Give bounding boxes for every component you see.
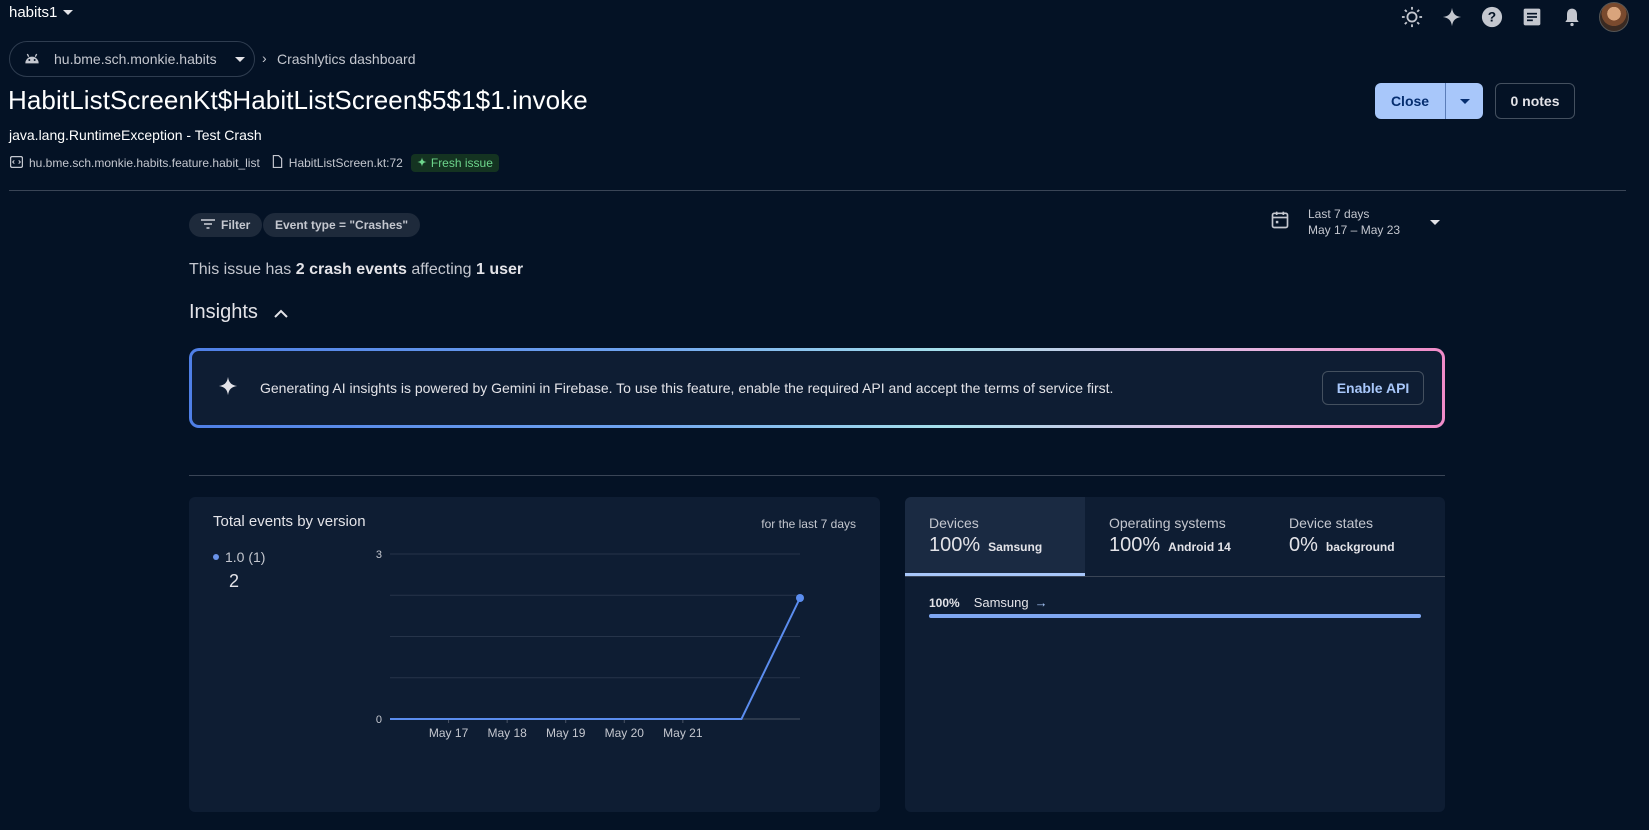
summary-text: affecting <box>406 261 476 278</box>
issue-file: HabitListScreen.kt:72 <box>288 156 403 170</box>
summary-text: This issue has <box>189 261 296 278</box>
device-tabs: Devices 100% Samsung Operating systems 10… <box>905 497 1445 577</box>
tab-label: Device states <box>1289 515 1374 531</box>
device-row[interactable]: 100% Samsung → <box>929 595 1048 610</box>
tab-label: Operating systems <box>1109 515 1226 531</box>
ai-insights-message: Generating AI insights is powered by Gem… <box>260 380 1114 396</box>
help-icon[interactable]: ? <box>1479 4 1505 30</box>
close-issue-split-button: Close <box>1375 83 1483 119</box>
tab-percent: 100% <box>929 534 981 556</box>
status-badge-label: Fresh issue <box>430 156 493 170</box>
filter-button[interactable]: Filter <box>189 213 263 237</box>
theme-sun-icon[interactable] <box>1399 4 1425 30</box>
tab-detail: Samsung <box>988 540 1043 554</box>
exception-subtitle: java.lang.RuntimeException - Test Crash <box>9 127 262 143</box>
user-count: 1 user <box>476 261 524 278</box>
svg-text:?: ? <box>1488 10 1496 25</box>
chevron-down-icon <box>1430 219 1441 225</box>
tab-percent: 100% <box>1109 534 1161 556</box>
x-tick-label: May 19 <box>546 726 586 740</box>
series-line <box>390 597 801 720</box>
event-type-chip[interactable]: Event type = "Crashes" <box>263 213 421 237</box>
gemini-sparkle-icon[interactable] <box>1439 4 1465 30</box>
x-tick-label: May 20 <box>605 726 645 740</box>
events-by-version-card: Total events by version for the last 7 d… <box>189 497 880 812</box>
tab-operating-systems[interactable]: Operating systems 100% Android 14 <box>1085 497 1265 576</box>
tab-devices[interactable]: Devices 100% Samsung <box>905 497 1085 576</box>
sparkle-icon <box>417 156 427 170</box>
enable-api-button[interactable]: Enable API <box>1322 371 1424 405</box>
gemini-sparkle-icon <box>218 376 238 401</box>
issue-meta: hu.bme.sch.monkie.habits.feature.habit_l… <box>9 154 499 172</box>
ai-insights-banner: Generating AI insights is powered by Gem… <box>189 348 1445 428</box>
insights-header[interactable]: Insights <box>189 301 288 324</box>
breadcrumb-page[interactable]: Crashlytics dashboard <box>277 51 416 67</box>
tab-label: Devices <box>929 515 979 531</box>
tab-percent: 0% <box>1289 534 1318 556</box>
tab-device-states[interactable]: Device states 0% background <box>1265 497 1445 576</box>
feedback-icon[interactable] <box>1519 4 1545 30</box>
chevron-down-icon <box>1459 98 1470 104</box>
x-tick-label: May 21 <box>663 726 703 740</box>
data-point <box>796 594 804 602</box>
crash-event-count: 2 crash events <box>295 261 407 278</box>
notifications-bell-icon[interactable] <box>1559 4 1585 30</box>
project-name: habits1 <box>9 4 58 21</box>
y-tick-label: 0 <box>376 714 382 726</box>
tab-detail: Android 14 <box>1168 540 1231 554</box>
filter-icon <box>201 218 215 232</box>
issue-package: hu.bme.sch.monkie.habits.feature.habit_l… <box>29 156 260 170</box>
device-row-name: Samsung <box>973 595 1029 610</box>
date-range-label: Last 7 days <box>1308 207 1370 221</box>
date-range-picker[interactable]: Last 7 days May 17 – May 23 <box>1270 206 1441 238</box>
project-selector[interactable]: habits1 <box>9 4 74 21</box>
date-range-value: May 17 – May 23 <box>1308 223 1401 237</box>
x-tick-label: May 17 <box>429 726 469 740</box>
filter-label: Filter <box>221 218 251 232</box>
chevron-down-icon <box>234 56 245 62</box>
device-row-bar-fill <box>929 614 1421 618</box>
tab-detail: background <box>1325 540 1395 554</box>
top-toolbar: ? <box>1399 2 1629 32</box>
y-tick-label: 3 <box>376 549 382 561</box>
status-badge: Fresh issue <box>410 154 499 172</box>
android-icon <box>24 51 40 68</box>
calendar-icon <box>1270 210 1290 235</box>
app-package-name: hu.bme.sch.monkie.habits <box>54 51 217 67</box>
insights-heading: Insights <box>189 301 258 323</box>
breadcrumb-separator: › <box>262 50 267 66</box>
device-breakdown-card: Devices 100% Samsung Operating systems 10… <box>905 497 1445 812</box>
file-icon <box>272 155 283 171</box>
notes-button[interactable]: 0 notes <box>1495 83 1575 119</box>
chevron-down-icon <box>63 10 74 15</box>
device-row-bar <box>929 614 1421 618</box>
code-package-icon <box>9 155 24 171</box>
line-chart: 3 0 May 17 May 18 May 19 May 20 May 21 <box>376 549 804 740</box>
device-row-percent: 100% <box>929 595 960 610</box>
chevron-up-icon <box>274 301 288 324</box>
issue-summary: This issue has 2 crash events affecting … <box>189 261 523 279</box>
section-divider <box>189 475 1445 476</box>
header-divider <box>9 190 1626 191</box>
x-tick-label: May 18 <box>487 726 527 740</box>
page-title: HabitListScreenKt$HabitListScreen$5$1$1.… <box>8 85 588 115</box>
app-selector-chip[interactable]: hu.bme.sch.monkie.habits <box>9 41 255 77</box>
avatar[interactable] <box>1599 2 1629 32</box>
close-options-button[interactable] <box>1445 83 1483 119</box>
close-button[interactable]: Close <box>1375 83 1445 119</box>
arrow-right-icon: → <box>1034 595 1048 610</box>
